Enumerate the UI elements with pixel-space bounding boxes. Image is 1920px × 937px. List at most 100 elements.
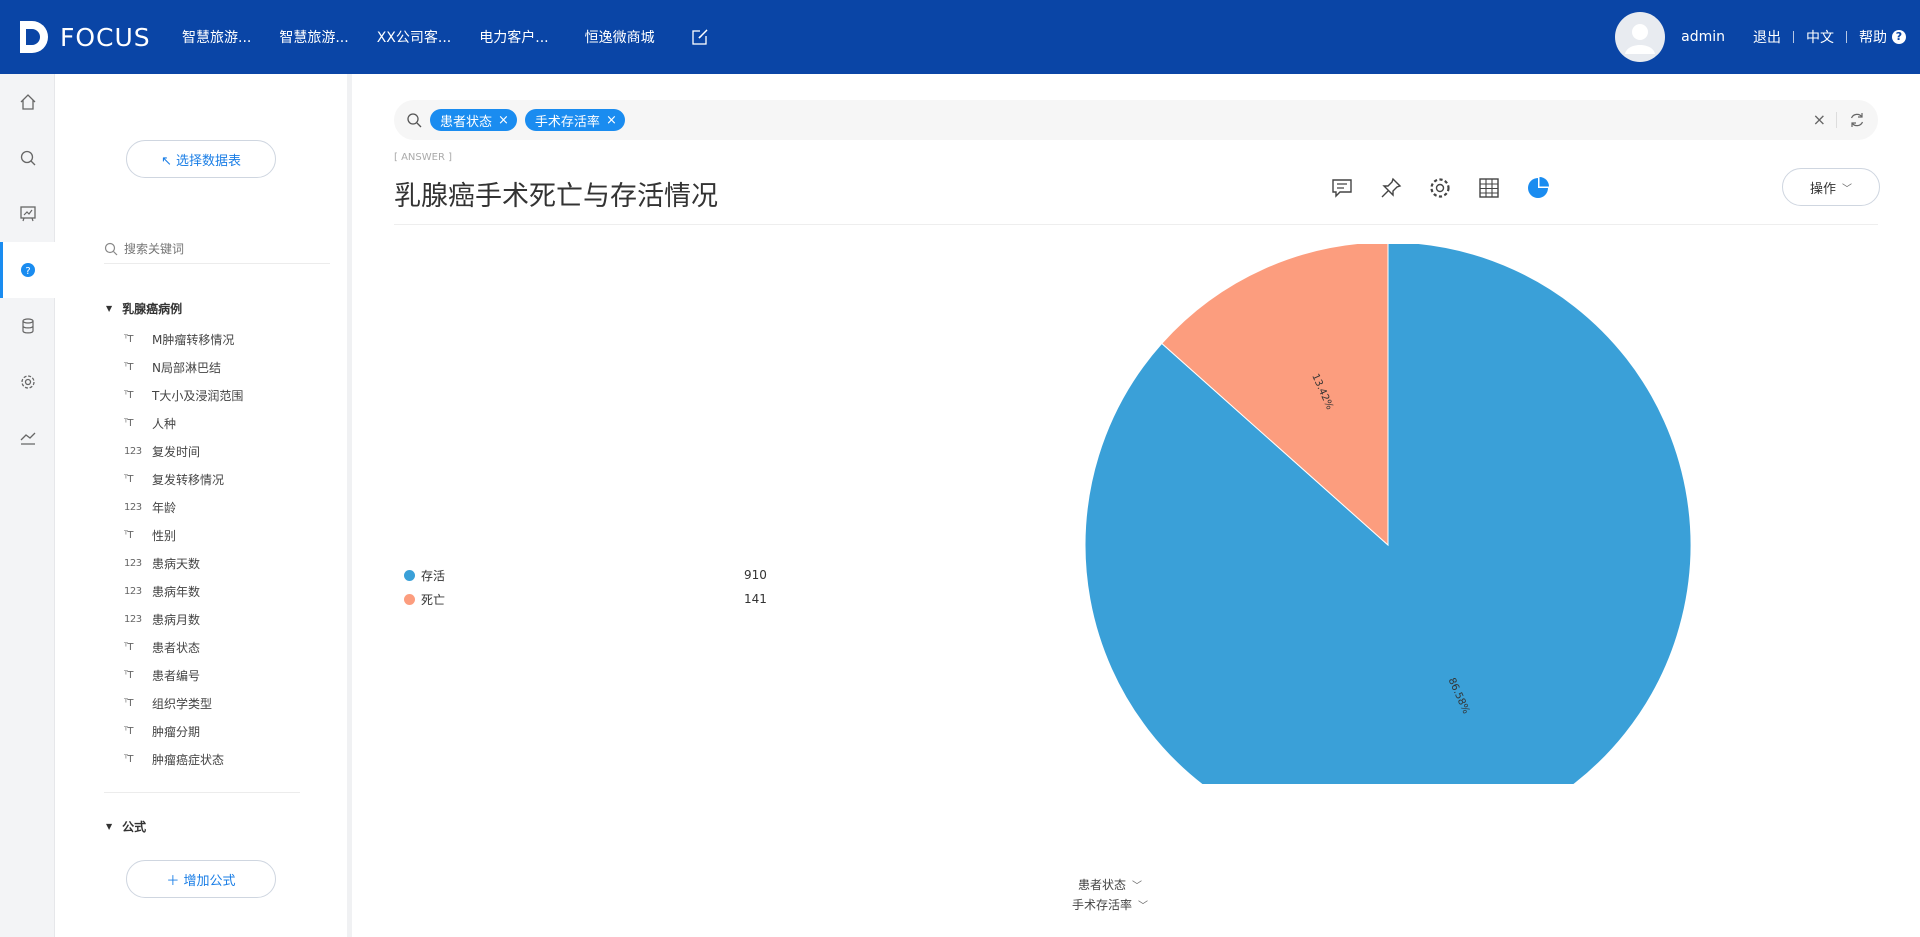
legend-swatch: [404, 593, 415, 605]
rail-home[interactable]: [0, 74, 55, 130]
gear-icon: [1429, 178, 1450, 198]
rail-database[interactable]: [0, 298, 55, 354]
rail-dashboard[interactable]: [0, 186, 55, 242]
text-type-icon: ᵀT: [124, 361, 133, 373]
user-icon: [1625, 24, 1656, 54]
query-chip-label: 患者状态: [440, 114, 493, 130]
rail-trend[interactable]: [0, 410, 55, 466]
close-icon[interactable]: ×: [606, 113, 617, 128]
field-item[interactable]: ᵀT T大小及浸润范围: [124, 381, 334, 409]
close-icon[interactable]: ×: [498, 113, 509, 128]
table-group-header[interactable]: ▼ 乳腺癌病例: [106, 300, 182, 317]
settings-icon: [20, 375, 35, 389]
pie-chart: 86.58%13.42%: [1084, 244, 1692, 784]
add-formula-button[interactable]: ＋ 增加公式: [126, 860, 276, 898]
svg-text:?: ?: [25, 266, 30, 277]
field-label: 性别: [152, 528, 177, 543]
rail-settings[interactable]: [0, 354, 55, 410]
field-item[interactable]: ᵀT 人种: [124, 409, 334, 437]
logout-link[interactable]: 退出: [1753, 27, 1781, 47]
field-item[interactable]: ᵀT 患者编号: [124, 661, 334, 689]
query-chip[interactable]: 手术存活率 ×: [524, 109, 625, 131]
legend-item[interactable]: 存活 910: [404, 563, 774, 587]
measure-selector[interactable]: 手术存活率 ﹀: [1072, 896, 1148, 913]
number-type-icon: 123: [124, 501, 142, 513]
field-label: 患者状态: [152, 640, 201, 655]
comment-icon: [1331, 179, 1352, 198]
text-type-icon: ᵀT: [124, 529, 133, 541]
field-item[interactable]: ᵀT 复发转移情况: [124, 465, 334, 493]
legend-value: 910: [744, 568, 767, 582]
answer-tag: [ ANSWER ]: [394, 152, 452, 163]
field-item[interactable]: ᵀT 患者状态: [124, 633, 334, 661]
legend-item[interactable]: 死亡 141: [404, 587, 774, 611]
clear-query-icon[interactable]: ×: [1813, 110, 1826, 129]
number-type-icon: 123: [124, 585, 142, 597]
field-label: 患病天数: [152, 556, 201, 571]
settings-button[interactable]: [1415, 168, 1464, 208]
field-search-input[interactable]: [124, 241, 314, 256]
logo[interactable]: FOCUS: [18, 19, 151, 55]
text-type-icon: ᵀT: [124, 669, 133, 681]
username[interactable]: admin: [1681, 29, 1725, 45]
database-icon: [21, 318, 34, 334]
dimension-selector[interactable]: 患者状态 ﹀: [1078, 876, 1142, 893]
field-item[interactable]: 123 复发时间: [124, 437, 334, 465]
field-item[interactable]: ᵀT N局部淋巴结: [124, 353, 334, 381]
select-table-button[interactable]: ↖ 选择数据表: [126, 140, 276, 178]
nav-item[interactable]: XX公司客...: [377, 27, 452, 47]
field-label: T大小及浸润范围: [152, 388, 244, 403]
field-item[interactable]: 123 患病月数: [124, 605, 334, 633]
legend-value: 141: [744, 592, 767, 606]
search-icon: [20, 150, 35, 166]
answer-toolbar: [1317, 168, 1562, 208]
field-label: 患病月数: [152, 612, 201, 627]
field-item[interactable]: 123 患病年数: [124, 577, 334, 605]
chevron-down-icon: ﹀: [1138, 901, 1149, 912]
top-bar: FOCUS 智慧旅游... 智慧旅游... XX公司客... 电力客户... 恒…: [0, 0, 1920, 74]
field-label: 年龄: [152, 500, 177, 515]
field-item[interactable]: 123 年龄: [124, 493, 334, 521]
rail-search[interactable]: [0, 130, 55, 186]
field-item[interactable]: ᵀT M肿瘤转移情况: [124, 325, 334, 353]
field-label: N局部淋巴结: [152, 360, 221, 375]
data-panel: ↖ 选择数据表 ▼ 乳腺癌病例 ᵀT M肿瘤转移情况 ᵀT N局部淋巴结 ᵀT T大小及浸…: [56, 74, 352, 937]
text-type-icon: ᵀT: [124, 697, 133, 709]
comment-button[interactable]: [1317, 168, 1366, 208]
nav-item[interactable]: 电力客户...: [479, 27, 548, 47]
language-switch[interactable]: 中文: [1806, 27, 1834, 47]
field-item[interactable]: ᵀT 肿瘤癌症状态: [124, 745, 334, 773]
rail-question[interactable]: ?: [0, 242, 55, 298]
text-type-icon: ᵀT: [124, 473, 133, 485]
nav-item[interactable]: 智慧旅游...: [279, 27, 348, 47]
formula-group-header[interactable]: ▼ 公式: [106, 818, 146, 835]
nav-item[interactable]: 智慧旅游...: [182, 27, 251, 47]
field-item[interactable]: 123 患病天数: [124, 549, 334, 577]
help-link[interactable]: 帮助: [1859, 27, 1887, 47]
field-item[interactable]: ᵀT 肿瘤分期: [124, 717, 334, 745]
pin-button[interactable]: [1366, 168, 1415, 208]
divider: [394, 224, 1878, 225]
query-bar[interactable]: 患者状态 × 手术存活率 × ×: [394, 100, 1878, 140]
dimension-label: 患者状态: [1078, 878, 1127, 892]
measure-label: 手术存活率: [1072, 898, 1133, 912]
query-chip[interactable]: 患者状态 ×: [430, 109, 517, 131]
answer-title: 乳腺癌手术死亡与存活情况: [394, 181, 718, 212]
field-label: 复发时间: [152, 444, 201, 459]
field-search[interactable]: [104, 234, 330, 264]
field-item[interactable]: ᵀT 组织学类型: [124, 689, 334, 717]
legend-label: 死亡: [421, 592, 446, 607]
edit-icon[interactable]: [691, 28, 709, 46]
avatar[interactable]: [1615, 12, 1666, 62]
number-type-icon: 123: [124, 445, 142, 457]
nav-item[interactable]: 恒逸微商城: [585, 27, 655, 47]
divider: [104, 792, 300, 793]
operations-label: 操作: [1809, 181, 1836, 197]
operations-button[interactable]: 操作 ﹀: [1782, 168, 1880, 206]
help-icon[interactable]: ?: [1892, 30, 1906, 44]
field-item[interactable]: ᵀT 性别: [124, 521, 334, 549]
pie-chart-button[interactable]: [1513, 168, 1562, 208]
table-view-button[interactable]: [1464, 168, 1513, 208]
text-type-icon: ᵀT: [124, 641, 133, 653]
refresh-icon[interactable]: [1848, 111, 1866, 129]
